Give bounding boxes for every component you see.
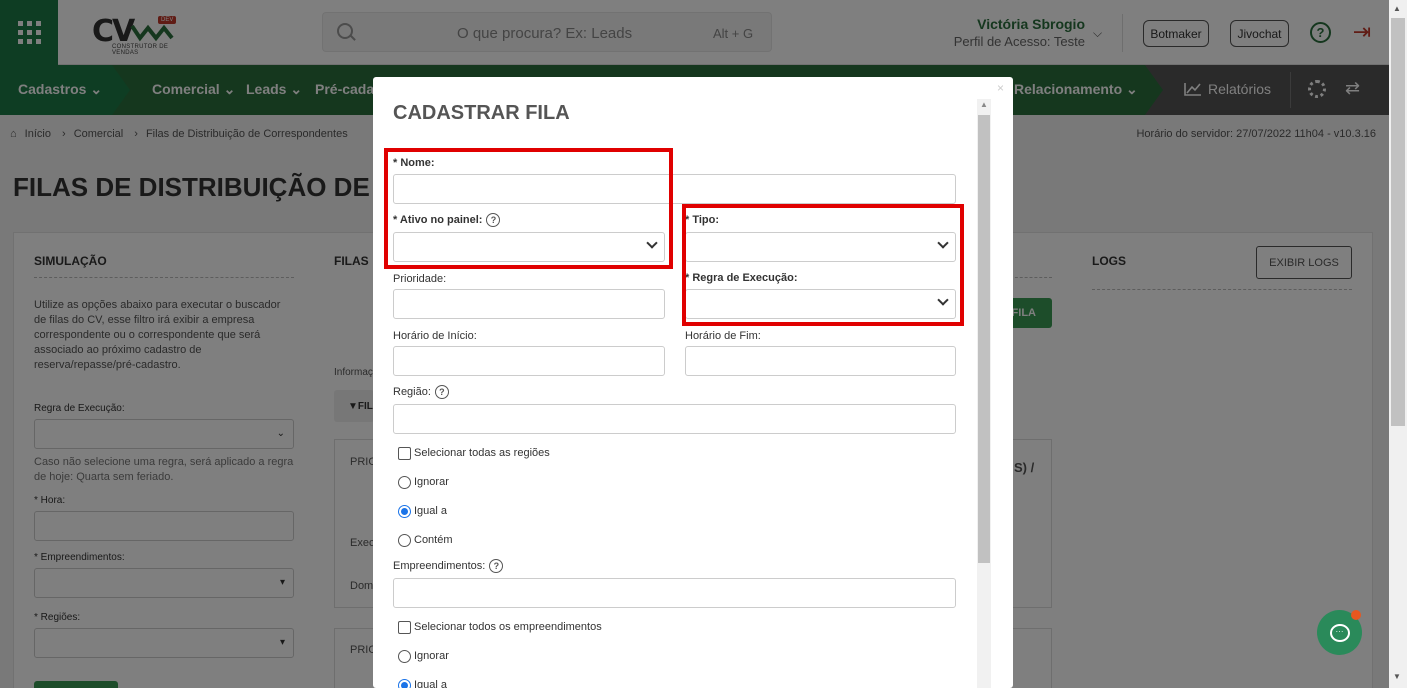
emp-radio-label: Igual a [414,679,448,688]
regiao-label-text: Região: [393,385,431,398]
regiao-radio-igual[interactable] [398,505,411,518]
highlight-box-nome-ativo [384,148,673,269]
scrollbar-thumb[interactable] [978,115,990,563]
horario-fim-input[interactable] [685,346,956,376]
regiao-input[interactable] [393,404,956,434]
select-all-regioes-label: Selecionar todas as regiões [414,447,550,459]
horario-inicio-input[interactable] [393,346,665,376]
select-all-empreendimentos-label: Selecionar todos os empreendimentos [414,621,602,633]
highlight-box-tipo-regra [682,204,964,326]
modal-title: CADASTRAR FILA [393,102,570,124]
empreendimentos-label-text: Empreendimentos: [393,559,486,572]
horario-fim-label: Horário de Fim: [685,330,761,342]
select-all-regioes-checkbox[interactable] [398,447,411,460]
empreendimentos-label: Empreendimentos:? [393,559,504,573]
modal-scrollbar[interactable]: ▲ [977,99,991,688]
emp-radio-ignorar[interactable] [398,650,411,663]
empreendimentos-input[interactable] [393,578,956,608]
close-icon[interactable]: × [997,81,1004,95]
prioridade-label: Prioridade: [393,273,447,285]
scroll-up-icon[interactable]: ▲ [1393,4,1401,13]
regiao-radio-ignorar[interactable] [398,476,411,489]
select-all-empreendimentos-checkbox[interactable] [398,621,411,634]
regiao-radio-contem[interactable] [398,534,411,547]
scroll-down-icon[interactable]: ▼ [1393,672,1401,681]
horario-inicio-label: Horário de Início: [393,330,477,342]
chat-button[interactable]: ··· [1317,610,1362,655]
scrollbar-thumb[interactable] [1391,18,1405,426]
chat-icon: ··· [1329,623,1350,642]
page-scrollbar[interactable]: ▲ ▼ [1389,0,1407,688]
regiao-radio-label: Igual a [414,505,448,517]
regiao-radio-label: Ignorar [414,476,449,488]
help-icon[interactable]: ? [434,385,449,399]
help-icon[interactable]: ? [489,559,504,573]
prioridade-input[interactable] [393,289,665,319]
notification-dot [1351,610,1361,620]
emp-radio-label: Ignorar [414,650,449,662]
scroll-up-icon[interactable]: ▲ [980,100,988,109]
regiao-label: Região:? [393,385,449,399]
regiao-radio-label: Contém [414,534,453,546]
emp-radio-igual[interactable] [398,679,411,688]
